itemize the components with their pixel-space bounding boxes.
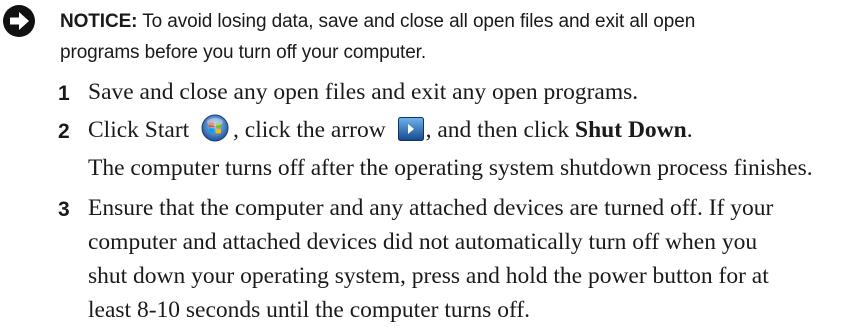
step-text: Click Start , click the arrow , and then… — [88, 113, 843, 185]
step-text: Save and close any open files and exit a… — [88, 75, 843, 109]
step-3-line-1: Ensure that the computer and any attache… — [88, 195, 774, 221]
step-number: 2 — [58, 120, 70, 143]
notice-text-line1: To avoid losing data, save and close all… — [137, 11, 696, 32]
notice-arrow-icon — [3, 5, 35, 37]
step-2-text-end: . — [686, 117, 693, 143]
notice-text: NOTICE: To avoid losing data, save and c… — [60, 6, 820, 68]
step-2-note: The computer turns off after the operati… — [88, 155, 813, 181]
step-text: Ensure that the computer and any attache… — [88, 191, 843, 327]
notice-label: NOTICE: — [60, 11, 138, 32]
step-3-line-2: computer and attached devices did not au… — [88, 229, 758, 255]
shut-down-label: Shut Down — [575, 117, 687, 143]
step-number: 1 — [58, 82, 70, 105]
step-number: 3 — [58, 198, 70, 221]
windows-start-orb-icon — [201, 114, 229, 142]
step-2-text-after-arrow: , and then click — [425, 117, 576, 143]
step-3-line-4: least 8-10 seconds until the computer tu… — [88, 297, 531, 323]
step-2-instruction: Click Start , click the arrow , and then… — [88, 113, 843, 147]
step-2-text-before-start: Click Start — [88, 117, 196, 143]
document-page: NOTICE: To avoid losing data, save and c… — [0, 0, 849, 326]
step-3-line-3: shut down your operating system, press a… — [88, 263, 769, 289]
notice-text-line2: programs before you turn off your comput… — [60, 42, 427, 63]
step-2-text-after-start: , click the arrow — [233, 117, 392, 143]
shutdown-arrow-button-icon — [397, 117, 424, 141]
step-1-text: Save and close any open files and exit a… — [88, 79, 639, 105]
